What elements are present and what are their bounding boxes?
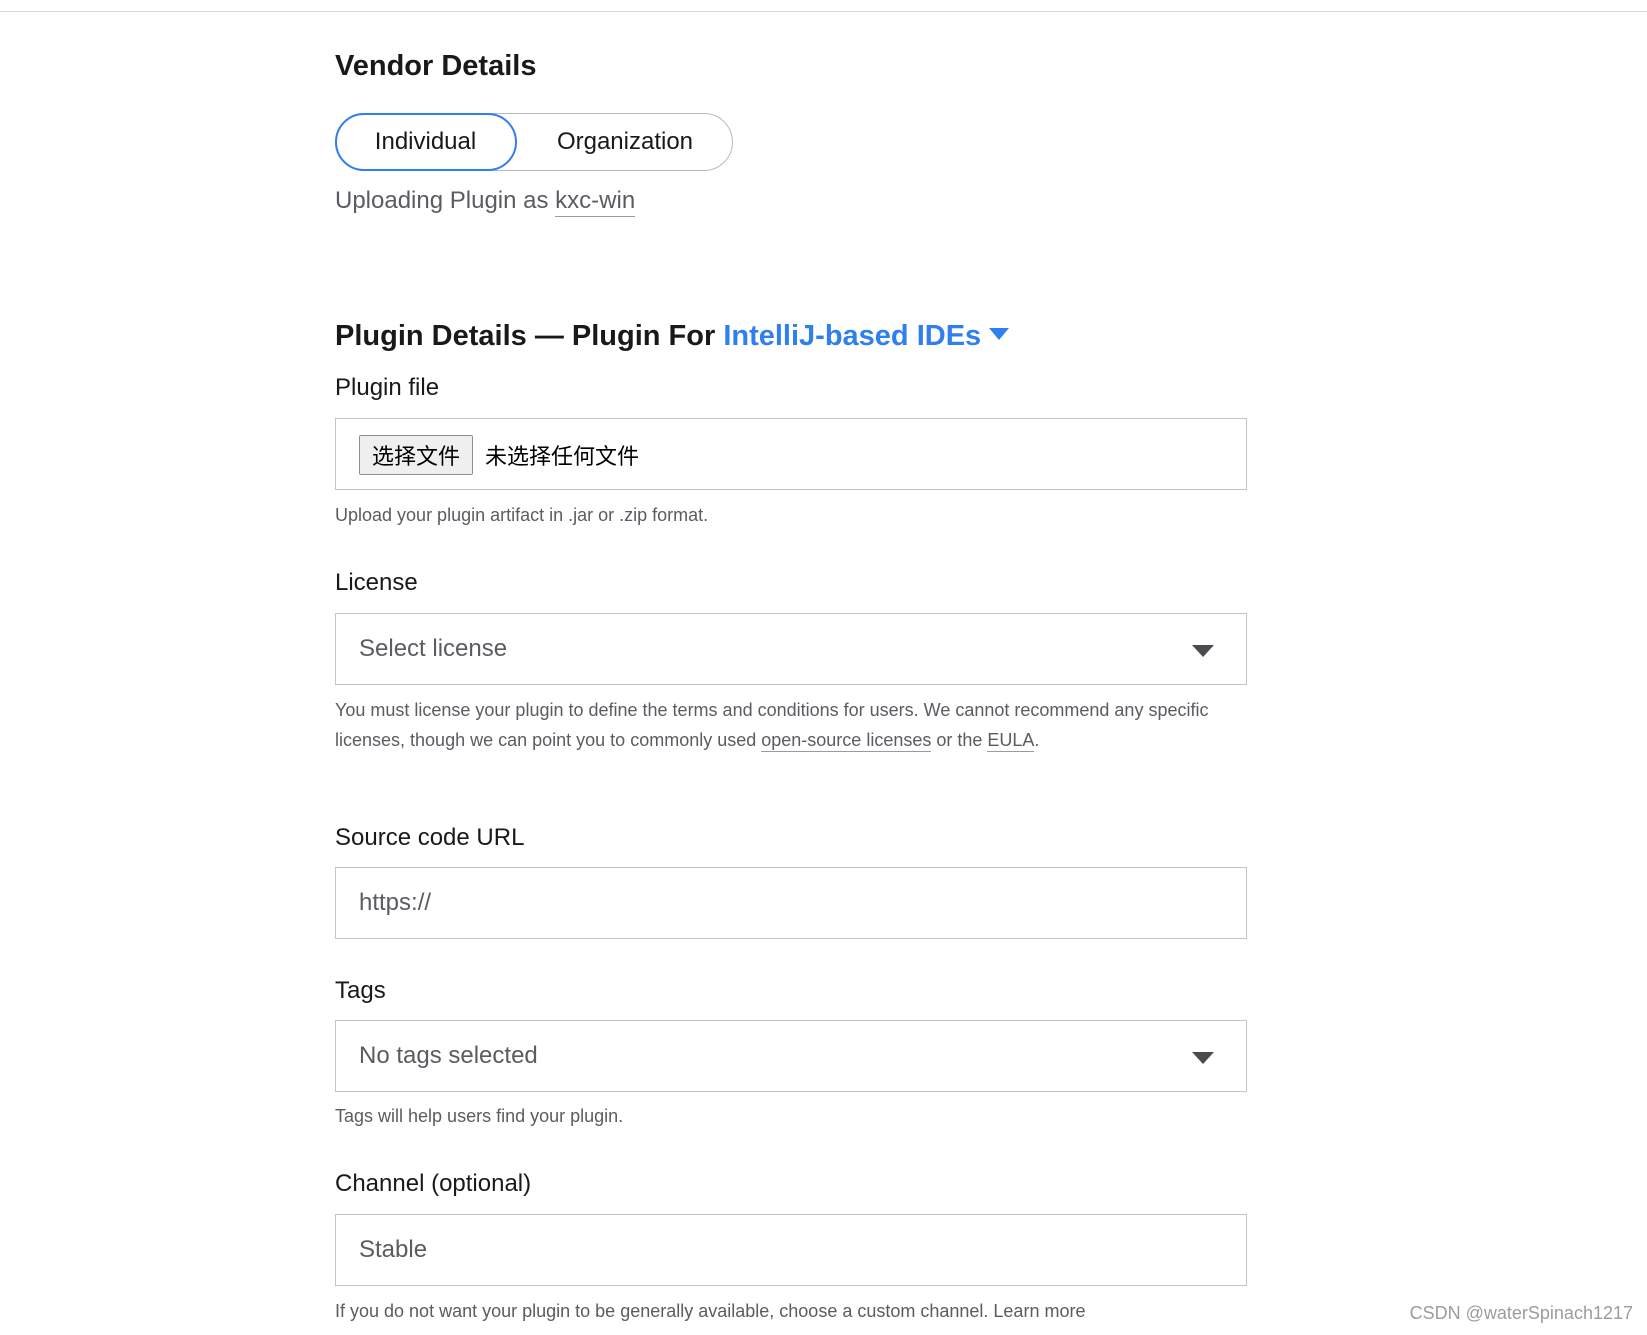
license-select-value: Select license xyxy=(359,635,508,662)
chevron-down-icon xyxy=(1192,1052,1214,1064)
source-code-url-input[interactable]: https:// xyxy=(335,867,1247,939)
choose-file-button[interactable]: 选择文件 xyxy=(359,435,474,475)
plugin-file-field: 选择文件 未选择任何文件 xyxy=(335,418,1247,490)
license-hint: You must license your plugin to define t… xyxy=(335,695,1247,755)
plugin-details-title: Plugin Details — Plugin For IntelliJ-bas… xyxy=(335,320,1010,353)
chevron-down-icon xyxy=(989,328,1010,341)
chevron-down-icon xyxy=(1192,645,1214,657)
channel-hint: If you do not want your plugin to be gen… xyxy=(335,1301,1086,1321)
source-code-url-label: Source code URL xyxy=(335,824,525,851)
plugin-file-label: Plugin file xyxy=(335,374,440,401)
tags-label: Tags xyxy=(335,977,386,1004)
eula-link[interactable]: EULA xyxy=(987,730,1035,752)
ide-selector-label: IntelliJ-based IDEs xyxy=(723,320,982,352)
tags-select-value: No tags selected xyxy=(359,1042,538,1069)
tags-hint: Tags will help users find your plugin. xyxy=(335,1106,624,1126)
vendor-details-title: Vendor Details xyxy=(335,50,537,82)
csdn-watermark: CSDN @waterSpinach1217 xyxy=(1409,1303,1633,1323)
channel-input-value: Stable xyxy=(359,1236,428,1263)
channel-label: Channel (optional) xyxy=(335,1170,532,1197)
source-code-url-placeholder: https:// xyxy=(359,889,432,916)
uploading-as-text: Uploading Plugin as kxc-win xyxy=(335,187,636,217)
top-divider xyxy=(0,11,1647,12)
plugin-details-title-prefix: Plugin Details — Plugin For xyxy=(335,320,724,352)
organization-toggle-button[interactable]: Organization xyxy=(516,113,734,171)
vendor-type-toggle: Individual Organization xyxy=(334,112,734,171)
license-select[interactable]: Select license xyxy=(335,613,1247,685)
license-hint-text-2: or the xyxy=(931,730,988,750)
channel-input[interactable]: Stable xyxy=(335,1214,1247,1286)
individual-toggle-button[interactable]: Individual xyxy=(334,112,517,171)
tags-select[interactable]: No tags selected xyxy=(335,1020,1247,1092)
open-source-licenses-link[interactable]: open-source licenses xyxy=(761,730,932,752)
license-label: License xyxy=(335,569,418,596)
license-hint-text-3: . xyxy=(1034,730,1040,750)
ide-selector-link[interactable]: IntelliJ-based IDEs xyxy=(723,320,1010,352)
vendor-username-link[interactable]: kxc-win xyxy=(555,187,636,217)
uploading-as-prefix: Uploading Plugin as xyxy=(335,187,556,214)
no-file-chosen-text: 未选择任何文件 xyxy=(485,445,640,470)
plugin-file-hint: Upload your plugin artifact in .jar or .… xyxy=(335,505,709,525)
